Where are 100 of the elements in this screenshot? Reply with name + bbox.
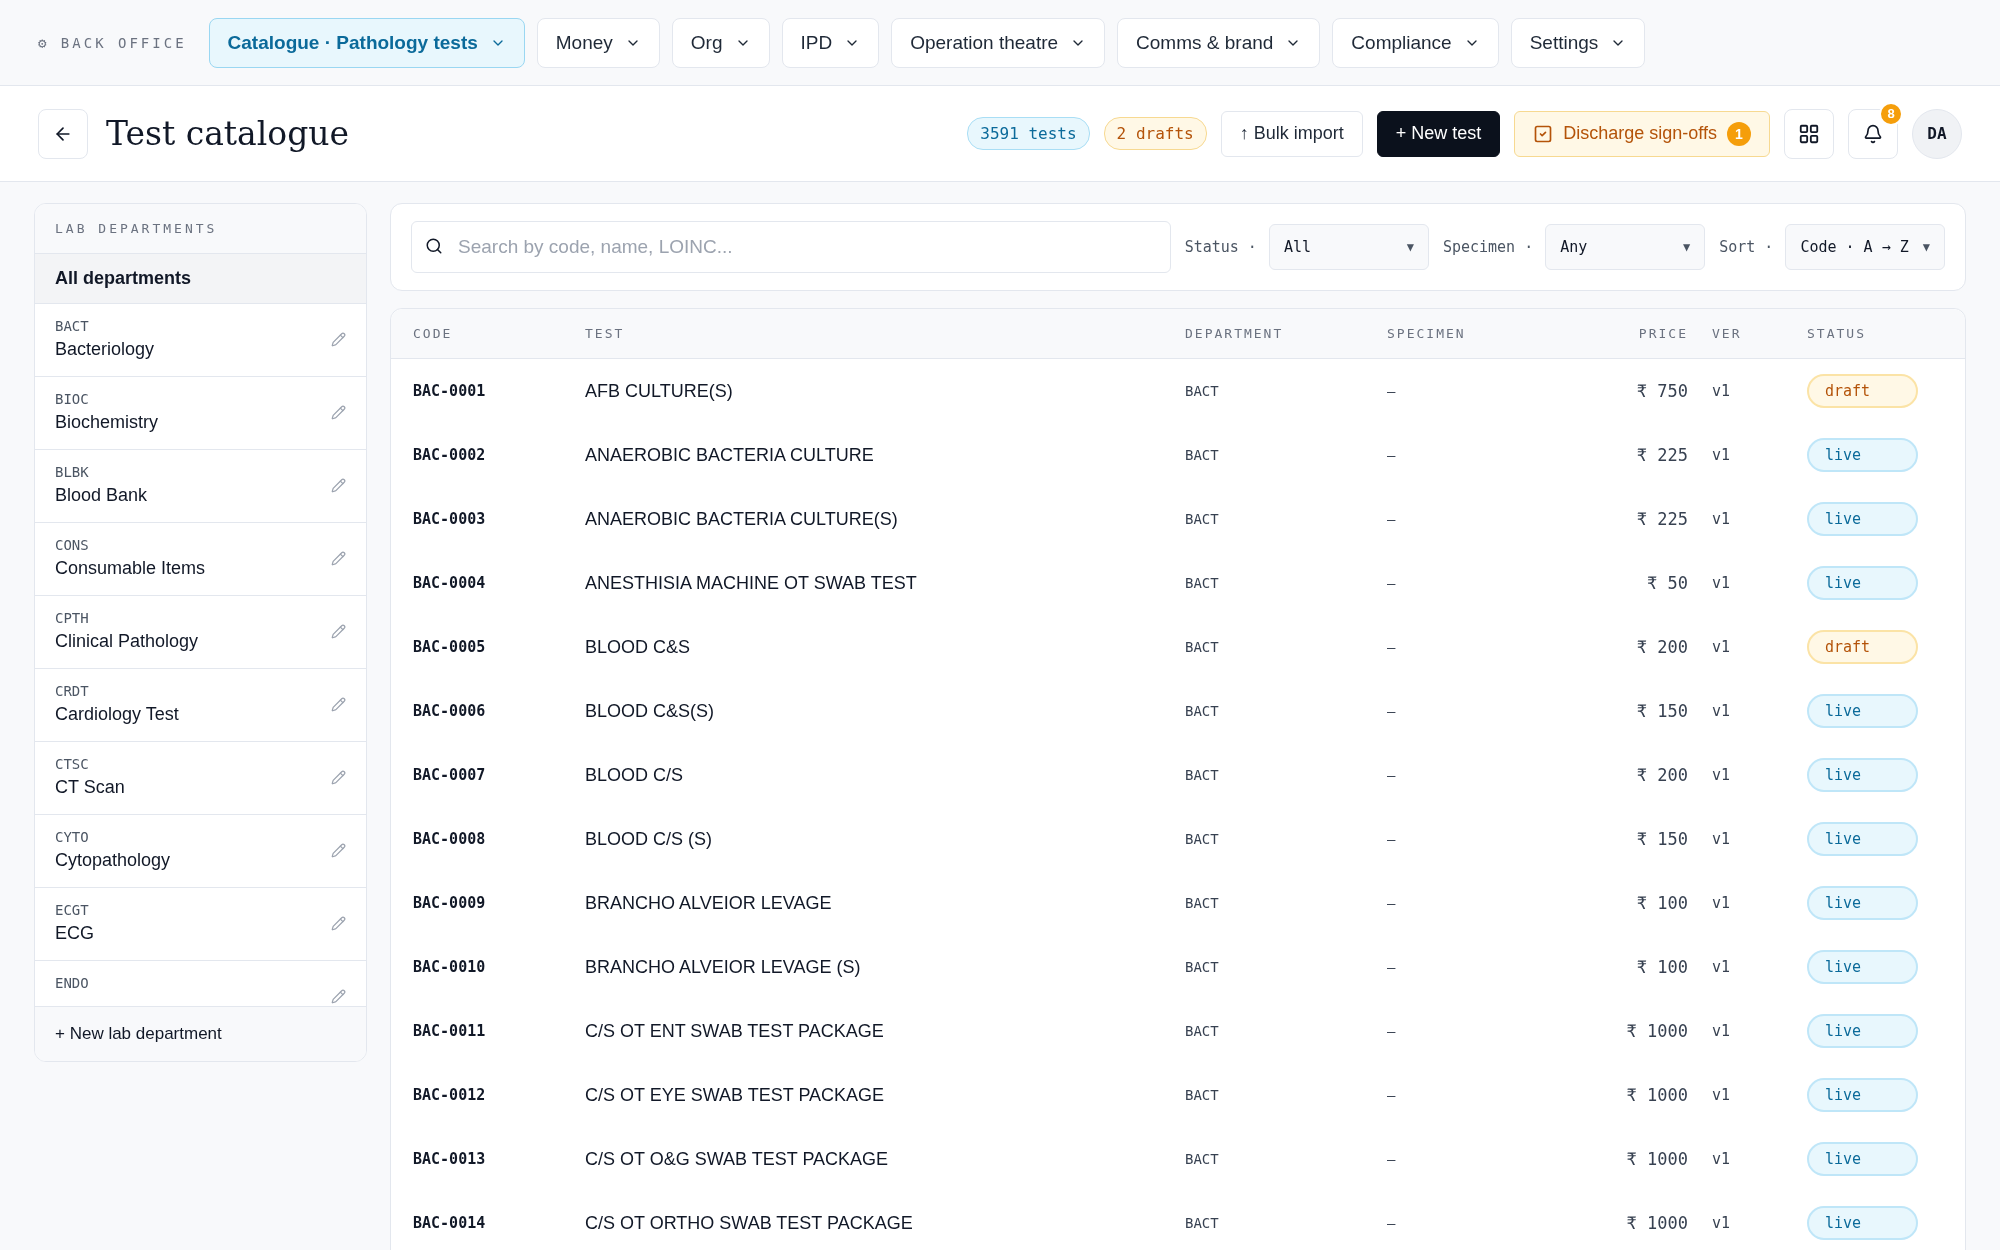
back-button[interactable] — [38, 108, 88, 159]
specimen-cell-text: — — [1387, 575, 1397, 591]
test-name-cell-text: BLOOD C&S(S) — [585, 700, 716, 722]
drafts-count-badge: 2 drafts — [1103, 117, 1207, 150]
code-cell-text: BAC-0006 — [413, 702, 487, 720]
count-badge: 1 — [1727, 121, 1751, 146]
price-cell-text: ₹ 1000 — [1625, 1021, 1689, 1041]
price-cell-text: ₹ 150 — [1635, 701, 1689, 721]
department-cell-text: BACT — [1185, 639, 1220, 655]
test-name-cell-text: BLOOD C/S (S) — [585, 828, 714, 850]
status-badge: live — [1807, 1142, 1918, 1176]
filter-label: Specimen · — [1442, 238, 1534, 256]
caret-icon: ▼ — [1922, 240, 1930, 254]
price-cell-text: ₹ 50 — [1646, 573, 1689, 593]
status-badge: draft — [1807, 374, 1918, 408]
department-item[interactable]: All departments — [35, 254, 366, 304]
nav-menu-tab[interactable]: Catalogue · Pathology tests — [208, 17, 525, 68]
column-header: VER — [1712, 326, 1743, 341]
department-name: Cardiology Test — [55, 704, 179, 725]
status-badge: live — [1807, 950, 1918, 984]
caret-icon: ▼ — [1406, 240, 1414, 254]
version-cell-text: v1 — [1712, 1086, 1732, 1104]
nav-menu-tab[interactable]: Compliance — [1332, 17, 1499, 68]
pencil-icon[interactable] — [331, 624, 346, 639]
specimen-cell-text: — — [1387, 1087, 1397, 1103]
version-cell-text: v1 — [1712, 1214, 1732, 1232]
department-cell-text: BACT — [1185, 1215, 1220, 1231]
price-cell-text: ₹ 100 — [1635, 957, 1689, 977]
nav-menu-tab[interactable]: Org — [671, 17, 770, 68]
department-cell-text: BACT — [1185, 1087, 1220, 1103]
filter-label: Status · — [1184, 238, 1257, 256]
new-department-button[interactable]: + New lab department — [35, 1006, 366, 1061]
bell-icon — [1863, 123, 1883, 144]
page-title: Test catalogue — [106, 114, 351, 153]
sort-dropdown[interactable]: Code · A → Z ▼ — [1785, 224, 1945, 270]
specimen-cell-text: — — [1387, 831, 1397, 847]
filter-label: Sort · — [1719, 238, 1774, 256]
status-dropdown[interactable]: All ▼ — [1268, 224, 1429, 270]
department-code: ECGT — [55, 902, 90, 918]
column-header: SPECIMEN — [1387, 326, 1467, 341]
specimen-cell-text: — — [1387, 639, 1397, 655]
department-name: ECG — [55, 923, 94, 944]
test-name-cell-text: C/S OT ORTHO SWAB TEST PACKAGE — [585, 1212, 914, 1234]
code-cell-text: BAC-0001 — [413, 382, 487, 400]
code-cell-text: BAC-0011 — [413, 1022, 487, 1040]
department-cell-text: BACT — [1185, 1023, 1220, 1039]
department-name: Consumable Items — [55, 558, 206, 579]
pencil-icon[interactable] — [331, 770, 346, 785]
nav-menu-tab[interactable]: Operation theatre — [891, 17, 1106, 68]
department-name: CT Scan — [55, 777, 125, 798]
pencil-icon[interactable] — [331, 916, 346, 931]
department-code: BIOC — [55, 391, 90, 407]
bulk-import-button[interactable]: ↑ Bulk import — [1220, 110, 1363, 157]
specimen-cell-text: — — [1387, 383, 1397, 399]
specimen-cell-text: — — [1387, 1023, 1397, 1039]
specimen-cell-text: — — [1387, 895, 1397, 911]
tests-count-badge: 3591 tests — [967, 117, 1090, 150]
user-avatar[interactable]: DA — [1912, 108, 1962, 159]
department-name: Blood Bank — [55, 485, 148, 506]
notification-count-badge: 8 — [1879, 101, 1903, 126]
column-header: DEPARTMENT — [1185, 326, 1285, 341]
code-cell-text: BAC-0007 — [413, 766, 487, 784]
apps-grid-button[interactable] — [1784, 108, 1834, 159]
pencil-icon[interactable] — [331, 478, 346, 493]
new-test-button[interactable]: + New test — [1376, 110, 1501, 157]
status-badge: live — [1807, 1014, 1918, 1048]
status-badge: live — [1807, 502, 1918, 536]
nav-menu-tab[interactable]: IPD — [781, 17, 880, 68]
code-cell-text: BAC-0010 — [413, 958, 487, 976]
department-cell-text: BACT — [1185, 895, 1220, 911]
department-name: Biochemistry — [55, 412, 159, 433]
department-name: Bacteriology — [55, 339, 155, 360]
department-cell-text: BACT — [1185, 831, 1220, 847]
version-cell-text: v1 — [1712, 894, 1732, 912]
search-field[interactable]: Search by code, name, LOINC... — [411, 221, 1171, 273]
pencil-icon[interactable] — [331, 843, 346, 858]
test-name-cell-text: ANAEROBIC BACTERIA CULTURE(S) — [585, 508, 899, 530]
department-code: CYTO — [55, 829, 90, 845]
nav-menu-tab[interactable]: Settings — [1510, 17, 1646, 68]
pencil-icon[interactable] — [331, 332, 346, 347]
specimen-cell-text: — — [1387, 703, 1397, 719]
department-code: CPTH — [55, 610, 90, 626]
pencil-icon[interactable] — [331, 989, 346, 1004]
pencil-icon[interactable] — [331, 697, 346, 712]
discharge-signoffs-button[interactable]: Discharge sign-offs 1 — [1514, 110, 1770, 157]
code-cell-text: BAC-0005 — [413, 638, 487, 656]
column-header: STATUS — [1807, 326, 1867, 341]
department-cell-text: BACT — [1185, 959, 1220, 975]
code-cell-text: BAC-0009 — [413, 894, 487, 912]
test-name-cell-text: C/S OT O&G SWAB TEST PACKAGE — [585, 1148, 890, 1170]
column-header: CODE — [413, 326, 454, 341]
specimen-dropdown[interactable]: Any ▼ — [1545, 224, 1706, 270]
pencil-icon[interactable] — [331, 405, 346, 420]
test-name-cell-text: BLOOD C/S — [585, 764, 685, 786]
pencil-icon[interactable] — [331, 551, 346, 566]
nav-menu-tab[interactable]: Comms & brand — [1117, 17, 1321, 68]
status-badge: live — [1807, 1206, 1918, 1240]
nav-menu-tab[interactable]: Money — [536, 17, 660, 68]
search-icon — [425, 237, 443, 255]
code-cell-text: BAC-0004 — [413, 574, 487, 592]
